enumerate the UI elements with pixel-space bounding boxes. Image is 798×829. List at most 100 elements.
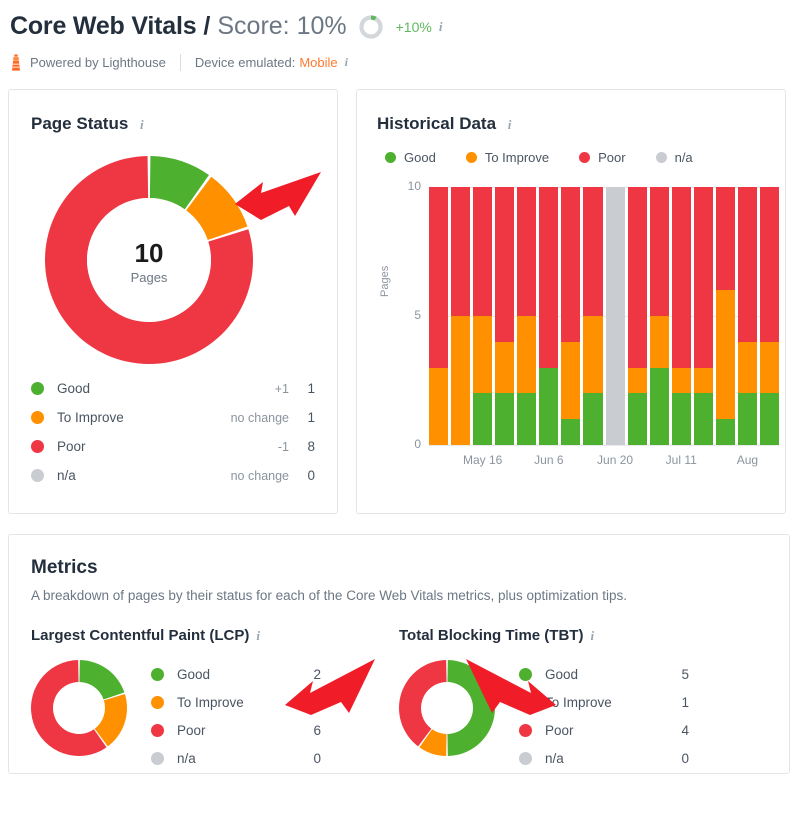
legend-row[interactable]: Poor -1 8 xyxy=(31,432,315,461)
device-emulated-value[interactable]: Mobile xyxy=(299,55,337,70)
legend-change: -1 xyxy=(277,439,289,454)
bar[interactable] xyxy=(693,187,713,445)
legend-value: 6 xyxy=(313,722,321,738)
y-tick-label: 10 xyxy=(407,179,421,193)
bar[interactable] xyxy=(495,187,515,445)
historical-data-card: Historical Data i Good To Improve Poor n/a … xyxy=(356,89,786,514)
historical-data-title-text: Historical Data xyxy=(377,114,497,133)
page-status-card: Page Status i 10 Pages Good +1 1 To Improve… xyxy=(8,89,338,514)
bar[interactable] xyxy=(627,187,647,445)
bar-segment xyxy=(561,341,581,420)
legend-row[interactable]: Good 2 xyxy=(151,660,321,688)
metric-name: Largest Contentful Paint (LCP) i xyxy=(31,627,399,644)
donut-slice[interactable] xyxy=(79,660,125,700)
legend-row[interactable]: Good +1 1 xyxy=(31,374,315,403)
legend-value: 5 xyxy=(681,666,689,682)
legend-color-dot xyxy=(151,723,164,737)
summary-cards-row: Page Status i 10 Pages Good +1 1 To Improve… xyxy=(0,89,798,514)
bar-segment xyxy=(671,187,691,368)
legend-color-dot xyxy=(519,751,532,765)
page-status-legend: Good +1 1 To Improve no change 1 Poor -1 8 n/a no … xyxy=(31,374,315,490)
x-tick-label: Aug xyxy=(736,453,759,467)
legend-row[interactable]: To Improve 2 xyxy=(151,688,321,716)
bar-segment xyxy=(539,187,559,368)
legend-label: n/a xyxy=(674,150,693,165)
legend-row[interactable]: To Improve no change 1 xyxy=(31,403,315,432)
info-icon[interactable]: i xyxy=(439,19,443,35)
bar[interactable] xyxy=(517,187,537,445)
legend-value: 2 xyxy=(313,694,321,710)
metrics-subtitle: A breakdown of pages by their status for… xyxy=(31,588,628,603)
metric-name-text: Largest Contentful Paint (LCP) xyxy=(31,627,250,644)
legend-item[interactable]: Poor xyxy=(571,150,626,165)
info-icon[interactable]: i xyxy=(256,628,260,644)
bar[interactable] xyxy=(539,187,559,445)
metric-name-text: Total Blocking Time (TBT) xyxy=(399,627,584,644)
bar-segment xyxy=(517,393,537,445)
legend-value: 2 xyxy=(313,666,321,682)
legend-change: +1 xyxy=(274,381,289,396)
legend-row[interactable]: n/a 0 xyxy=(151,744,321,772)
bar-series xyxy=(429,187,779,445)
legend-row[interactable]: n/a 0 xyxy=(519,744,689,772)
donut-center-label: Pages xyxy=(130,270,168,285)
bar-segment xyxy=(517,316,537,394)
report-subheader: Powered by Lighthouse Device emulated: M… xyxy=(10,54,798,71)
legend-row[interactable]: Poor 6 xyxy=(151,716,321,744)
legend-item[interactable]: n/a xyxy=(648,150,693,165)
legend-item[interactable]: To Improve xyxy=(458,150,549,165)
legend-row[interactable]: Poor 4 xyxy=(519,716,689,744)
core-web-vitals-report: Core Web Vitals / Score: 10% +10% i Powe… xyxy=(0,0,798,829)
bar-segment xyxy=(451,187,471,316)
bar[interactable] xyxy=(451,187,471,445)
lighthouse-icon xyxy=(10,54,22,71)
info-icon[interactable]: i xyxy=(508,117,512,133)
bar[interactable] xyxy=(429,187,449,445)
legend-row[interactable]: To Improve 1 xyxy=(519,688,689,716)
legend-item[interactable]: Good xyxy=(377,150,436,165)
bar[interactable] xyxy=(737,187,757,445)
bar[interactable] xyxy=(649,187,669,445)
donut-slice[interactable] xyxy=(447,660,495,757)
bar[interactable] xyxy=(759,187,779,445)
legend-label: n/a xyxy=(545,750,564,766)
legend-color-dot xyxy=(519,667,532,681)
bar-segment xyxy=(473,316,493,394)
bar-segment xyxy=(495,341,515,394)
bar-segment xyxy=(495,187,515,342)
bar[interactable] xyxy=(583,187,603,445)
bar-segment xyxy=(649,367,669,445)
gridline xyxy=(429,445,779,446)
lcp-donut-chart xyxy=(31,660,127,757)
bar[interactable] xyxy=(561,187,581,445)
legend-row[interactable]: n/a no change 0 xyxy=(31,461,315,490)
legend-value: 8 xyxy=(307,439,315,454)
bar-segment xyxy=(737,341,757,394)
info-icon[interactable]: i xyxy=(140,117,144,133)
metric-legend: Good 5 To Improve 1 Poor 4 n/a 0 xyxy=(519,660,689,772)
x-tick-label: Jul 11 xyxy=(665,453,697,467)
bar[interactable] xyxy=(671,187,691,445)
score-label: Score: 10% xyxy=(217,12,347,40)
bar-segment xyxy=(583,187,603,317)
legend-label: Poor xyxy=(598,150,626,165)
info-icon[interactable]: i xyxy=(590,628,594,644)
legend-label: Good xyxy=(177,666,211,682)
divider xyxy=(179,54,181,71)
legend-row[interactable]: Good 5 xyxy=(519,660,689,688)
bar[interactable] xyxy=(715,187,735,445)
bar-segment xyxy=(649,316,669,368)
info-icon[interactable]: i xyxy=(345,55,348,70)
page-status-donut-chart: 10 Pages xyxy=(45,156,253,364)
x-tick-label: Jun 20 xyxy=(597,453,634,467)
legend-color-dot xyxy=(579,152,591,163)
bar-segment xyxy=(759,341,779,394)
bar[interactable] xyxy=(473,187,493,445)
bar-segment xyxy=(561,187,581,342)
bar[interactable] xyxy=(605,187,625,445)
legend-change: no change xyxy=(230,410,289,425)
bar-segment xyxy=(671,367,691,394)
bar-segment xyxy=(451,316,471,445)
legend-value: 0 xyxy=(307,468,315,483)
legend-color-dot xyxy=(385,152,396,163)
